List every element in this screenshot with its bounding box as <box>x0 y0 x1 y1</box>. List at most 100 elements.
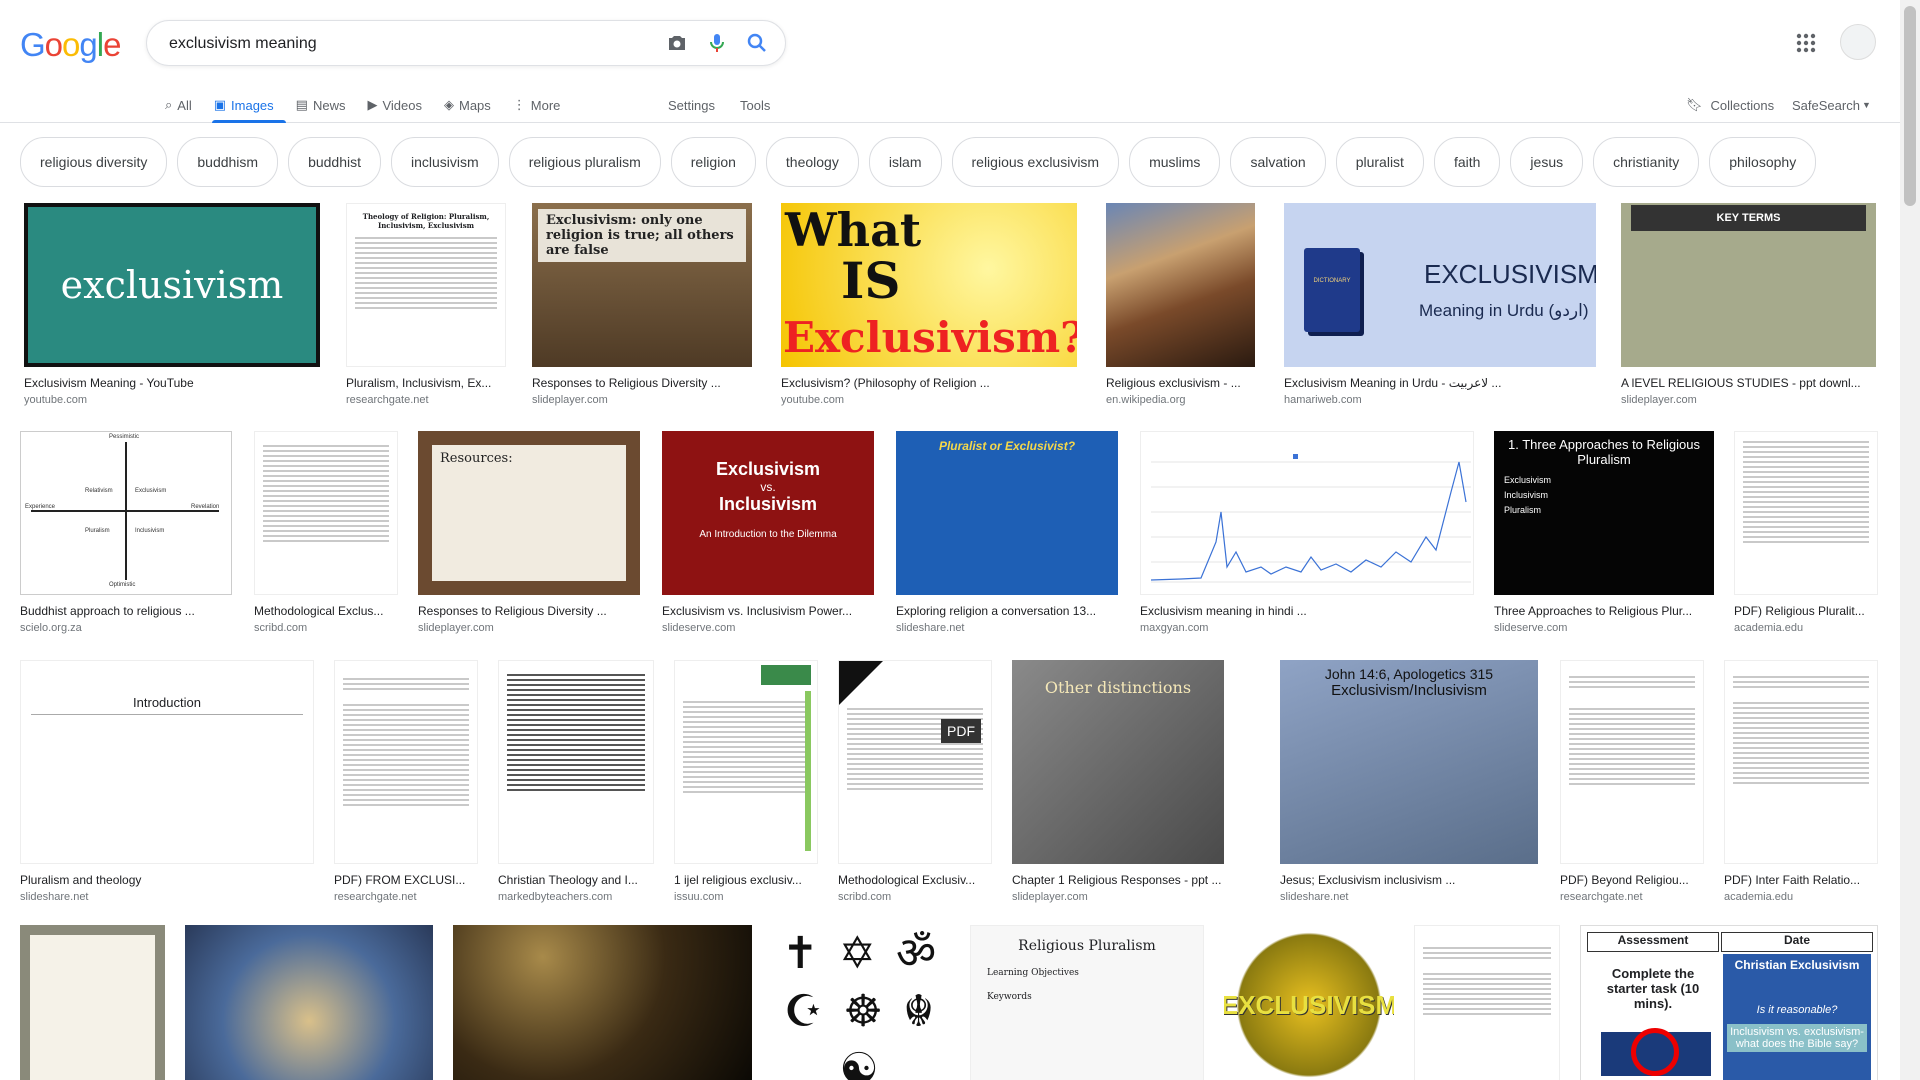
thumbnail-text: EXCLUSIVISM <box>1224 989 1394 1020</box>
image-result[interactable]: Exclusivism meaning in hindi ... maxgyan… <box>1140 431 1474 634</box>
chip[interactable]: inclusivism <box>391 137 499 187</box>
thumbnail-text: Exclusivism? <box>783 313 1077 362</box>
search-icon[interactable] <box>745 31 769 55</box>
result-thumbnail: Pluralist or Exclusivist? <box>896 431 1118 595</box>
apps-grid-icon[interactable] <box>1795 32 1817 54</box>
collections-button[interactable]: 🔖︎ Collections <box>1686 88 1774 122</box>
result-caption: Religious exclusivism - ... <box>1106 376 1241 390</box>
result-caption: Methodological Exclusiv... <box>838 873 976 887</box>
tab-news[interactable]: ▤ News <box>296 88 356 122</box>
thumbnail-text: DICTIONARY <box>1313 278 1351 284</box>
news-icon: ▤ <box>295 97 308 112</box>
image-result[interactable]: PDF) Religious Pluralit... academia.edu <box>1734 431 1878 634</box>
image-result[interactable]: Religious Pluralism Learning Objectives … <box>970 925 1204 1080</box>
google-logo[interactable]: Google <box>20 26 121 64</box>
image-result[interactable] <box>185 925 433 1080</box>
result-thumbnail: What IS Exclusivism? <box>781 203 1077 367</box>
bookmark-icon: 🔖︎ <box>1686 97 1703 112</box>
chip[interactable]: jesus <box>1510 137 1584 187</box>
image-result[interactable] <box>20 925 165 1080</box>
thumbnail-text: Exclusivism/Inclusivism <box>1331 682 1487 699</box>
thumbnail-text: Assessment <box>1587 932 1719 952</box>
image-result[interactable]: Methodological Exclus... scribd.com <box>254 431 398 634</box>
thumbnail-text: Inclusivism vs. exclusivism-what does th… <box>1727 1024 1867 1052</box>
chip[interactable]: religion <box>670 137 756 187</box>
result-thumbnail: Resources: <box>418 431 640 595</box>
image-result[interactable]: Assessment Date Complete the starter tas… <box>1580 925 1878 1080</box>
tab-images[interactable]: ▣ Images <box>211 88 286 123</box>
image-result[interactable]: 1. Three Approaches to Religious Plurali… <box>1494 431 1714 634</box>
tab-videos[interactable]: ▶ Videos <box>367 88 432 122</box>
image-result[interactable]: Exclusivism vs. Inclusivism An Introduct… <box>662 431 874 634</box>
tab-tools[interactable]: Tools <box>740 88 770 122</box>
thumbnail-text: EXCLUSIVISM <box>1424 259 1596 289</box>
image-result[interactable]: DICTIONARY EXCLUSIVISM Meaning in Urdu (… <box>1284 203 1596 406</box>
scrollbar-thumb[interactable] <box>1904 6 1916 206</box>
chip[interactable]: buddhist <box>288 137 382 187</box>
result-source: researchgate.net <box>1560 891 1643 903</box>
result-source: slideplayer.com <box>418 622 494 634</box>
result-source: en.wikipedia.org <box>1106 394 1186 406</box>
result-thumbnail <box>1724 660 1878 864</box>
tab-more[interactable]: ⋮ More <box>513 88 571 122</box>
image-result[interactable]: PDF) FROM EXCLUSI... researchgate.net <box>334 660 478 903</box>
image-result[interactable]: Exclusivism: only one religion is true; … <box>532 203 752 406</box>
tab-settings[interactable]: Settings <box>668 88 715 122</box>
chip[interactable]: muslims <box>1129 137 1221 187</box>
microphone-icon[interactable] <box>705 31 729 55</box>
image-result[interactable] <box>453 925 752 1080</box>
chip[interactable]: salvation <box>1230 137 1326 187</box>
avatar[interactable] <box>1840 24 1876 60</box>
image-result[interactable]: EXCLUSIVISM <box>1224 925 1394 1080</box>
chip[interactable]: theology <box>765 137 859 187</box>
image-result[interactable]: Other distinctions Chapter 1 Religious R… <box>1012 660 1224 903</box>
image-result[interactable]: KEY TERMS A lEVEL RELIGIOUS STUDIES - pp… <box>1621 203 1876 406</box>
chip[interactable]: christianity <box>1593 137 1700 187</box>
result-source: slideserve.com <box>662 622 736 634</box>
result-thumbnail: DICTIONARY EXCLUSIVISM Meaning in Urdu (… <box>1284 203 1596 367</box>
result-thumbnail <box>1414 925 1560 1080</box>
search-input[interactable] <box>167 32 631 56</box>
image-result[interactable]: 1 ijel religious exclusiv... issuu.com <box>674 660 818 903</box>
tab-label: Images <box>231 97 274 113</box>
image-result[interactable]: ✝ ✡ ॐ ☪ ☸ ☬ ☯ <box>772 925 950 1080</box>
safesearch-button[interactable]: SafeSearch ▼ <box>1792 88 1871 122</box>
image-result[interactable]: Religious exclusivism - ... en.wikipedia… <box>1106 203 1255 406</box>
image-result[interactable]: Theology of Religion: Pluralism, Inclusi… <box>346 203 506 406</box>
image-result[interactable]: Christian Theology and I... markedbyteac… <box>498 660 654 903</box>
chip[interactable]: religious exclusivism <box>951 137 1120 187</box>
image-result[interactable]: Pluralist or Exclusivist? Exploring reli… <box>896 431 1118 634</box>
more-vert-icon: ⋮ <box>512 97 526 112</box>
chip[interactable]: pluralist <box>1335 137 1424 187</box>
image-result[interactable]: John 14:6, Apologetics 315 Exclusivism/I… <box>1280 660 1538 903</box>
chip[interactable]: faith <box>1433 137 1501 187</box>
image-result[interactable]: Resources: Responses to Religious Divers… <box>418 431 640 634</box>
image-result[interactable]: Introduction Pluralism and theology slid… <box>20 660 314 903</box>
tab-all[interactable]: ⌕ All <box>165 88 202 122</box>
thumbnail-text: Religious Pluralism <box>1018 938 1156 954</box>
image-result[interactable]: Pessimistic Relativism Exclusivism Exper… <box>20 431 232 634</box>
result-source: academia.edu <box>1734 622 1804 634</box>
tab-label: More <box>530 97 561 113</box>
result-caption: 1 ijel religious exclusiv... <box>674 873 802 887</box>
chip[interactable]: buddhism <box>177 137 279 187</box>
image-result[interactable]: PDF) Inter Faith Relatio... academia.edu <box>1724 660 1878 903</box>
chip[interactable]: islam <box>868 137 942 187</box>
image-result[interactable]: PDF Methodological Exclusiv... scribd.co… <box>838 660 992 903</box>
chip[interactable]: religious diversity <box>20 137 168 187</box>
tab-label: Maps <box>459 97 491 113</box>
tab-maps[interactable]: ◈ Maps <box>444 88 501 122</box>
result-source: issuu.com <box>674 891 724 903</box>
image-result[interactable]: exclusivism Exclusivism Meaning - YouTub… <box>24 203 320 406</box>
chip[interactable]: philosophy <box>1709 137 1817 187</box>
image-result[interactable] <box>1414 925 1560 1080</box>
result-source: scribd.com <box>254 622 308 634</box>
result-thumbnail <box>254 431 398 595</box>
image-result[interactable]: PDF) Beyond Religiou... researchgate.net <box>1560 660 1704 903</box>
result-thumbnail: PDF <box>838 660 992 864</box>
result-source: maxgyan.com <box>1140 622 1209 634</box>
scrollbar[interactable] <box>1900 0 1920 1080</box>
image-result[interactable]: What IS Exclusivism? Exclusivism? (Philo… <box>781 203 1077 406</box>
camera-icon[interactable] <box>665 31 689 55</box>
chip[interactable]: religious pluralism <box>508 137 661 187</box>
